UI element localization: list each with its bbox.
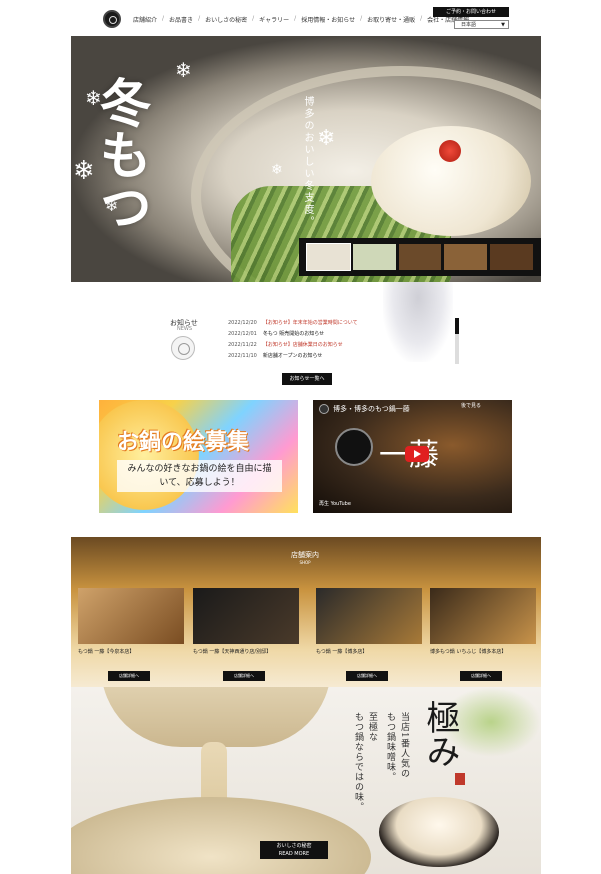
youtube-video[interactable]: 博多・博多のもつ鍋一藤 後で見る 一藤 再生 YouTube: [313, 400, 512, 513]
shop-name: もつ鍋 一藤【博多店】: [316, 649, 368, 655]
kiwami-copy-line: 当店1番人気の: [399, 712, 409, 779]
shop-photo[interactable]: [193, 588, 299, 644]
video-title[interactable]: 博多・博多のもつ鍋一藤: [333, 404, 410, 414]
hero-thumbnails: [299, 238, 541, 276]
news-text[interactable]: 【お知らせ】年末年始の営業時間について: [263, 318, 358, 329]
soup-pot-image: [71, 797, 371, 874]
shop-card[interactable]: 博多もつ鍋 いちふじ【博多本店】 店舗詳細へ: [430, 588, 536, 681]
kiwami-heading: 極み: [420, 700, 460, 768]
nav-item-shop-online[interactable]: お取り寄せ・通販: [364, 15, 418, 24]
brand-logo[interactable]: [103, 10, 121, 28]
chevron-down-icon: ▼: [501, 22, 505, 28]
news-item[interactable]: 2022/12/20 【お知らせ】年末年始の営業時間について: [228, 318, 438, 329]
nav-item-shops[interactable]: 店舗紹介: [130, 15, 160, 24]
watch-later-button[interactable]: 後で見る: [461, 402, 481, 409]
hero-thumbnail[interactable]: [490, 244, 533, 270]
news-text[interactable]: 新店舗オープンのお知らせ: [263, 351, 323, 362]
snowflake-icon: ❄: [271, 162, 283, 178]
shop-detail-button[interactable]: 店舗詳細へ: [346, 671, 388, 681]
nav-item-secret[interactable]: おいしさの秘密: [202, 15, 250, 24]
news-text[interactable]: 冬もつ 販売開始のお知らせ: [263, 329, 324, 340]
news-subtitle: NEWS: [177, 326, 193, 332]
hero-title: 冬もつ: [90, 76, 151, 232]
youtube-footer[interactable]: 再生 YouTube: [319, 500, 351, 507]
kiwami-more-sub: READ MORE: [278, 851, 310, 857]
shop-detail-button[interactable]: 店舗詳細へ: [460, 671, 502, 681]
shop-photo[interactable]: [430, 588, 536, 644]
global-nav: 店舗紹介 / お品書き / おいしさの秘密 / ギャラリー / 採用情報・お知らせ / お…: [130, 15, 472, 24]
snowflake-icon: ❄: [317, 126, 336, 151]
nav-item-menu[interactable]: お品書き: [166, 15, 196, 24]
news-emblem-icon: [171, 336, 195, 360]
shops-label: 店舗案内: [291, 551, 319, 559]
hero-thumbnail[interactable]: [352, 244, 396, 270]
shop-photo[interactable]: [316, 588, 422, 644]
ladle-image: [101, 687, 331, 747]
nav-item-gallery[interactable]: ギャラリー: [256, 15, 292, 24]
news-text[interactable]: 【お知らせ】店舗休業日のお知らせ: [263, 340, 343, 351]
drawing-contest-banner[interactable]: お鍋の絵募集 みんなの好きなお鍋の絵を自由に描いて、応募しよう！: [99, 400, 298, 513]
hero-thumbnail[interactable]: [444, 244, 488, 270]
hero-tagline: 博多のおいしい冬支度。: [302, 96, 313, 228]
language-select[interactable]: 日本語 ▼: [454, 20, 509, 29]
news-more-button[interactable]: お知らせ一覧へ: [282, 373, 332, 385]
news-item[interactable]: 2022/11/10 新店舗オープンのお知らせ: [228, 351, 438, 362]
contest-title: お鍋の絵募集: [117, 429, 250, 455]
kiwami-more-label: おいしさの秘密: [276, 843, 312, 849]
hero-thumbnail[interactable]: [306, 243, 351, 271]
language-select-value: 日本語: [461, 22, 477, 28]
reserve-button[interactable]: ご予約・お問い合わせ: [433, 7, 509, 17]
kiwami-copy-line: もつ鍋ならではの味。: [353, 712, 363, 812]
kiwami-more-button[interactable]: おいしさの秘密 READ MORE: [260, 841, 328, 859]
kiwami-copy-line: 至極な: [367, 712, 377, 742]
play-button-icon[interactable]: [405, 446, 429, 462]
hero-thumbnail[interactable]: [398, 244, 442, 270]
shop-card[interactable]: もつ鍋 一藤【今泉本店】 店舗詳細へ: [78, 588, 184, 681]
shop-card[interactable]: もつ鍋 一藤【天神西通り店/別邸】 店舗詳細へ: [193, 588, 299, 681]
news-date: 2022/12/20: [228, 320, 257, 326]
shop-card[interactable]: もつ鍋 一藤【博多店】 店舗詳細へ: [316, 588, 422, 681]
red-stamp-icon: [455, 773, 465, 785]
news-date: 2022/12/01: [228, 331, 257, 337]
kiwami-copy-line: もつ鍋味噌味。: [385, 712, 395, 782]
shop-name: 博多もつ鍋 いちふじ【博多本店】: [430, 649, 507, 655]
ichifuji-emblem-icon: [335, 428, 373, 466]
shop-detail-button[interactable]: 店舗詳細へ: [108, 671, 150, 681]
shop-name: もつ鍋 一藤【天神西通り店/別邸】: [193, 649, 272, 655]
news-scrollbar-thumb[interactable]: [455, 318, 459, 334]
news-scrollbar[interactable]: [455, 318, 459, 364]
hero-chili-image: [439, 140, 461, 162]
news-date: 2022/11/10: [228, 353, 257, 359]
news-item[interactable]: 2022/11/22 【お知らせ】店舗休業日のお知らせ: [228, 340, 438, 351]
channel-avatar: [319, 404, 329, 414]
news-date: 2022/11/22: [228, 342, 257, 348]
shop-photo[interactable]: [78, 588, 184, 644]
news-item[interactable]: 2022/12/01 冬もつ 販売開始のお知らせ: [228, 329, 438, 340]
shop-name: もつ鍋 一藤【今泉本店】: [78, 649, 135, 655]
news-list: 2022/12/20 【お知らせ】年末年始の営業時間について 2022/12/0…: [228, 318, 438, 362]
snowflake-icon: ❄: [175, 58, 192, 82]
contest-subtitle: みんなの好きなお鍋の絵を自由に描いて、応募しよう！: [117, 460, 282, 492]
bowl-image: [379, 797, 499, 867]
nav-item-recruit[interactable]: 採用情報・お知らせ: [298, 15, 358, 24]
shop-detail-button[interactable]: 店舗詳細へ: [223, 671, 265, 681]
shops-label-sub: SHOP: [299, 560, 311, 565]
